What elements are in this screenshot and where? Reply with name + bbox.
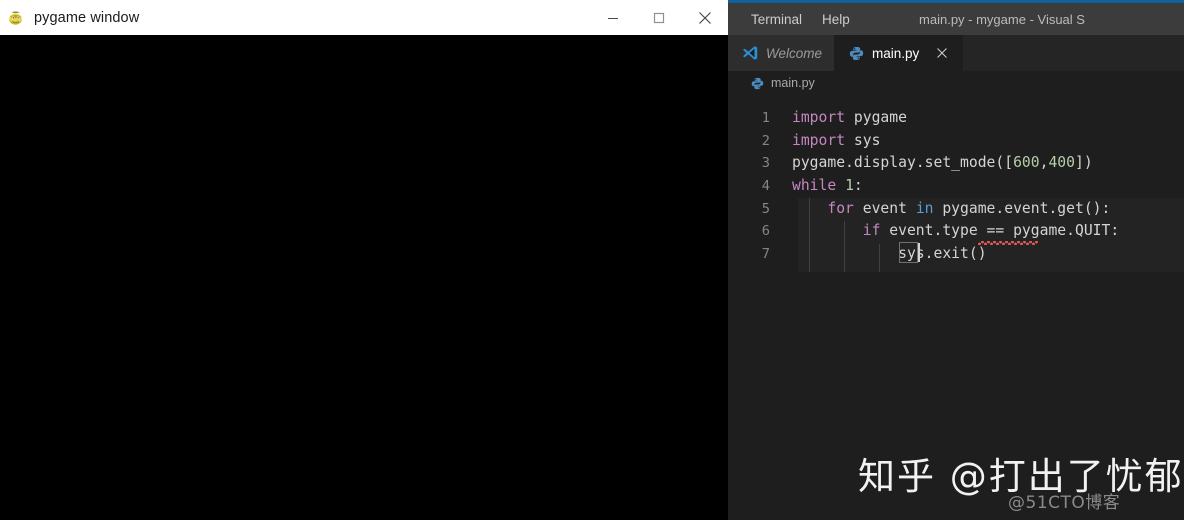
watermark-secondary: @51CTO博客 <box>1008 493 1121 513</box>
line-number: 4 <box>761 178 770 195</box>
line-number: 3 <box>761 155 770 172</box>
code-line: 4 while 1: <box>728 175 1184 198</box>
line-number: 6 <box>761 223 770 240</box>
menu-bar: Terminal Help <box>728 10 861 29</box>
code-text: if event.type == pygame.QUIT: <box>792 220 1119 246</box>
line-number: 7 <box>761 246 770 263</box>
bracket-match-highlight <box>899 242 918 264</box>
code-text: import pygame <box>792 109 907 126</box>
code-line: 1 import pygame <box>728 107 1184 130</box>
code-text: import sys <box>792 131 881 149</box>
code-text: sys.exit() <box>792 242 987 266</box>
editor-tab-bar: Welcome main.py <box>728 35 1184 71</box>
vscode-titlebar: Terminal Help main.py - mygame - Visual … <box>728 3 1184 35</box>
tab-main-py-label: main.py <box>872 45 920 61</box>
maximize-icon[interactable] <box>636 0 682 35</box>
vscode-window: Terminal Help main.py - mygame - Visual … <box>728 0 1184 520</box>
pygame-window-controls <box>590 0 728 35</box>
code-line: 2 import sys <box>728 130 1184 153</box>
code-text: pygame.display.set_mode([600,400]) <box>792 154 1093 172</box>
text-cursor <box>918 243 920 263</box>
tab-welcome[interactable]: Welcome <box>728 35 835 71</box>
pygame-window: pygame window <box>0 0 728 520</box>
close-icon[interactable] <box>933 44 951 62</box>
python-icon <box>750 76 764 90</box>
menu-item-terminal[interactable]: Terminal <box>742 10 811 29</box>
tab-bar-empty-area <box>963 35 1184 71</box>
breadcrumb[interactable]: main.py <box>728 71 1184 95</box>
screen-root: pygame window Terminal Help main.py - my… <box>0 0 1184 520</box>
tab-main-py[interactable]: main.py <box>834 35 964 71</box>
pygame-titlebar[interactable]: pygame window <box>0 0 728 36</box>
code-line: 6 if event.type == pygame.QUIT: <box>728 220 1184 246</box>
code-text: while 1: <box>792 177 863 195</box>
python-icon <box>848 45 864 61</box>
pygame-canvas[interactable] <box>0 35 728 520</box>
pygame-window-title: pygame window <box>34 9 140 26</box>
code-line: 5 for event in pygame.event.get(): <box>728 198 1184 221</box>
code-lines: 1 import pygame 2 import sys 3 pygame.di… <box>728 97 1184 266</box>
line-number: 1 <box>761 110 770 126</box>
vscode-logo-icon <box>742 45 758 61</box>
line-number: 5 <box>761 200 770 217</box>
code-line: 3 pygame.display.set_mode([600,400]) <box>728 152 1184 175</box>
code-text: for event in pygame.event.get(): <box>827 199 1111 217</box>
vscode-window-title-text: main.py - mygame - Visual S <box>919 11 1085 27</box>
code-line: 7 sys.exit() <box>728 242 1184 266</box>
minimize-icon[interactable] <box>590 0 636 35</box>
pygame-snake-icon <box>7 9 25 27</box>
breadcrumb-label: main.py <box>771 76 815 90</box>
close-icon[interactable] <box>682 0 728 35</box>
tab-welcome-label: Welcome <box>766 45 823 61</box>
line-number: 2 <box>761 132 770 149</box>
menu-item-help[interactable]: Help <box>813 10 859 29</box>
